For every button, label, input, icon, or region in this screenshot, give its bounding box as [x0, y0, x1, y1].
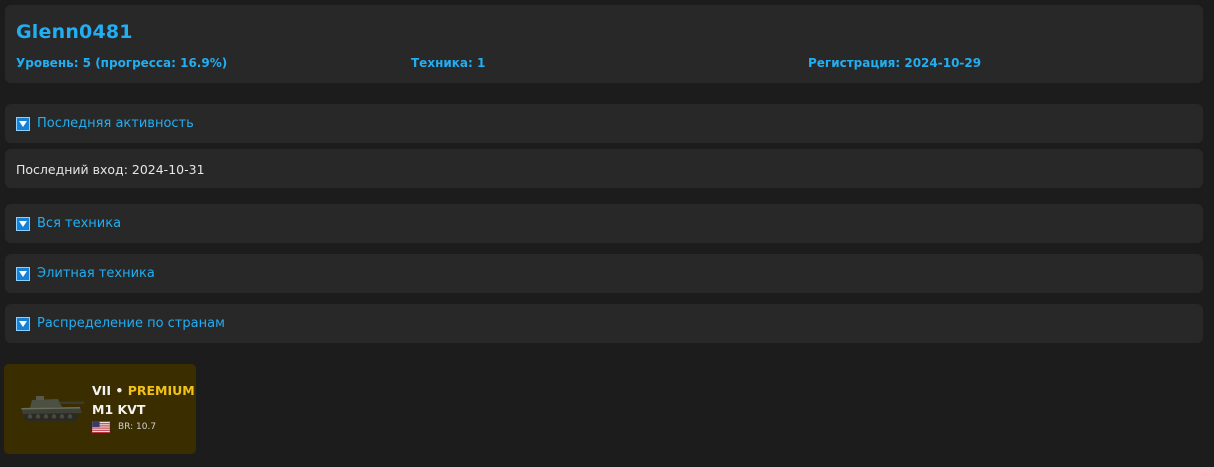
premium-label: PREMIUM [127, 383, 195, 398]
expand-arrow-icon [16, 316, 30, 331]
expand-arrow-icon [16, 116, 30, 131]
vehicle-tier: VII [92, 383, 111, 398]
username: Glenn0481 [16, 21, 133, 43]
level-stat: Уровень: 5 (прогресса: 16.9%) [16, 56, 228, 70]
vehicles-count-stat: Техника: 1 [411, 56, 486, 70]
tier-separator: • [115, 383, 124, 398]
registration-date-stat: Регистрация: 2024-10-29 [808, 56, 982, 70]
br-line: BR: 10.7 [92, 421, 195, 433]
tank-icon [21, 396, 84, 421]
recent-activity-title: Последняя активность [37, 116, 194, 131]
elite-vehicles-title: Элитная техника [37, 266, 155, 281]
country-distribution-toggle[interactable]: Распределение по странам [16, 316, 225, 331]
elite-vehicles-toggle[interactable]: Элитная техника [16, 266, 155, 281]
expand-arrow-icon [16, 266, 30, 281]
section-recent-activity: Последняя активность [5, 104, 1203, 143]
vehicle-card[interactable]: VII • PREMIUM M1 KVT BR: 10.7 [4, 364, 196, 454]
profile-header: Glenn0481 Уровень: 5 (прогресса: 16.9%) … [5, 5, 1203, 83]
vehicle-info: VII • PREMIUM M1 KVT BR: 10.7 [92, 383, 195, 433]
expand-arrow-icon [16, 216, 30, 231]
recent-activity-toggle[interactable]: Последняя активность [16, 116, 194, 131]
all-vehicles-title: Вся техника [37, 216, 122, 231]
tier-line: VII • PREMIUM [92, 383, 195, 398]
section-country-distribution: Распределение по странам [5, 304, 1203, 343]
vehicle-name: M1 KVT [92, 402, 146, 417]
country-distribution-title: Распределение по странам [37, 316, 225, 331]
section-elite-vehicles: Элитная техника [5, 254, 1203, 293]
section-all-vehicles: Вся техника [5, 204, 1203, 243]
all-vehicles-toggle[interactable]: Вся техника [16, 216, 121, 231]
last-login-text: Последний вход: 2024-10-31 [16, 162, 205, 177]
usa-flag-icon [92, 421, 110, 433]
battle-rating: BR: 10.7 [118, 422, 157, 432]
recent-activity-content: Последний вход: 2024-10-31 [5, 149, 1203, 188]
